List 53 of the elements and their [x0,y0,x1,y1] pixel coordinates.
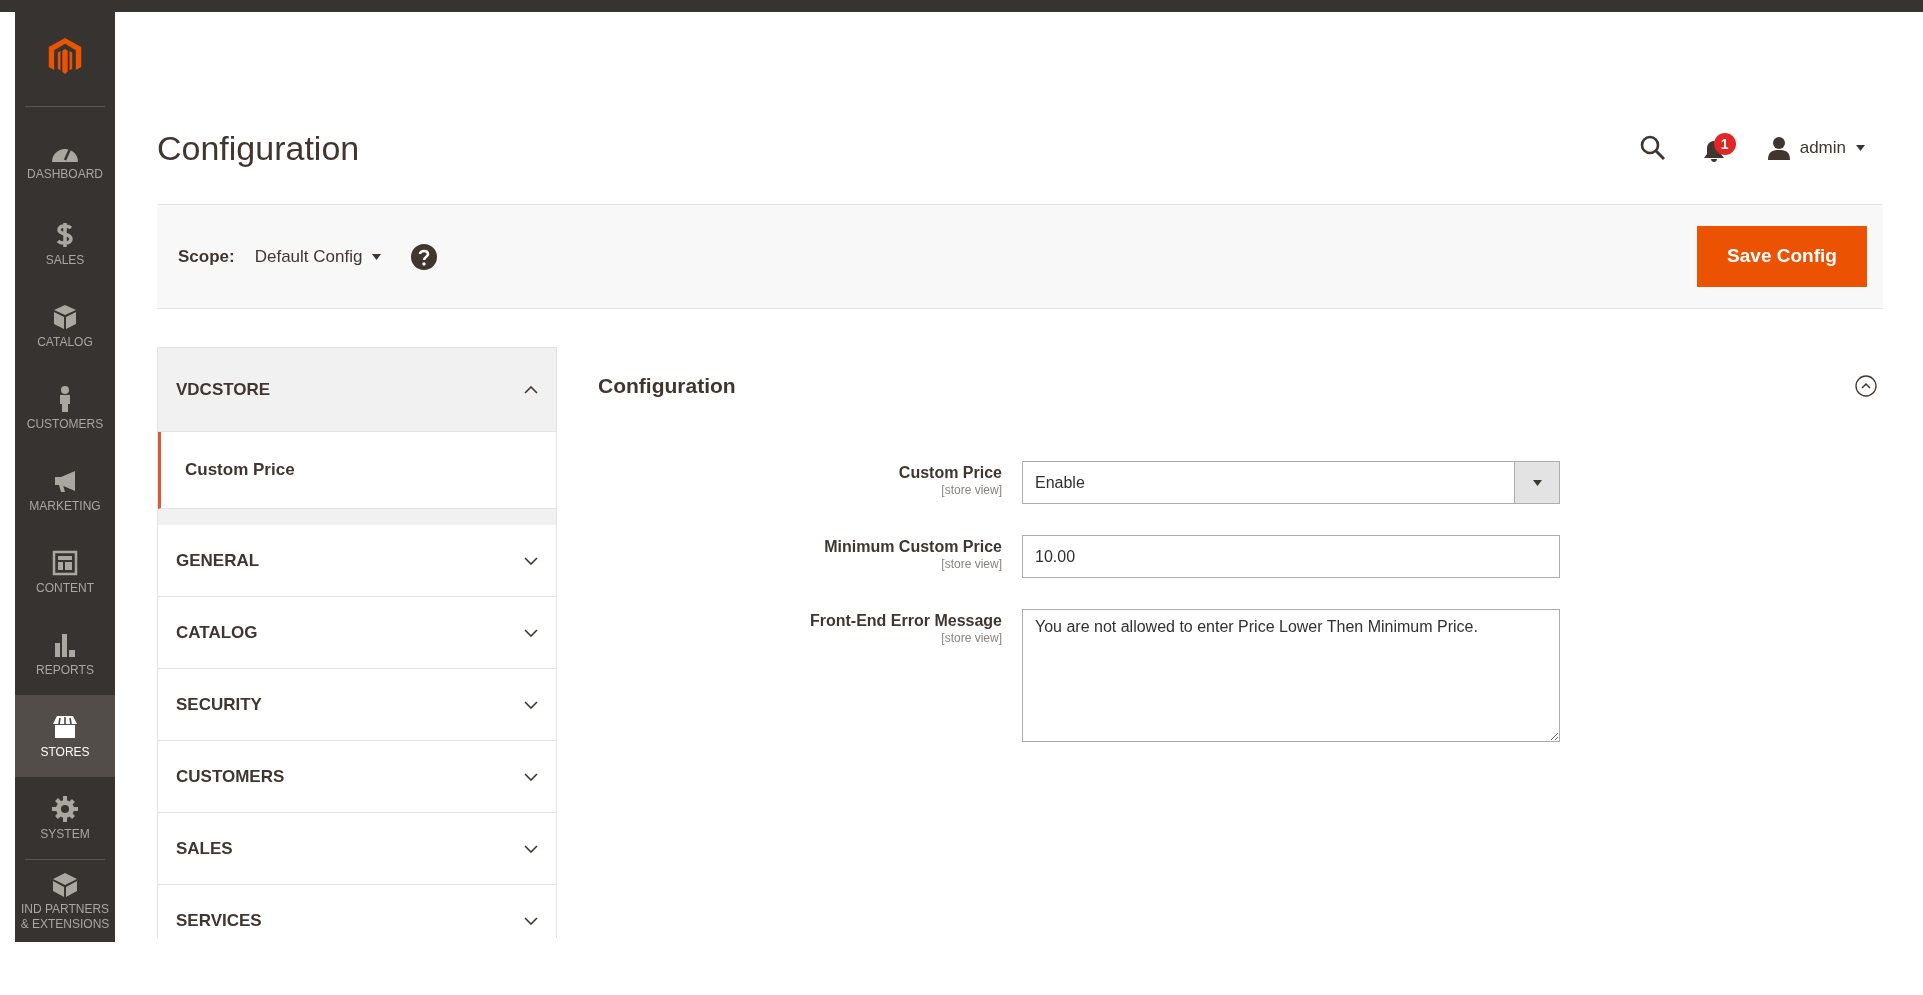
menu-item[interactable]: CONTENT [15,531,115,613]
menu-item[interactable]: CATALOG [15,285,115,367]
user-icon [1767,136,1790,160]
page-title: Configuration [157,127,361,169]
tab-group-header[interactable]: GENERAL [157,525,557,597]
select-field[interactable]: Enable [1022,461,1560,504]
help-icon[interactable] [411,243,438,270]
caret-icon [1856,145,1865,151]
chevron-down-icon [524,556,538,565]
collapse-icon[interactable] [1855,375,1877,397]
scope-label: Scope: [178,245,235,268]
chevron-up-icon [524,385,538,394]
textarea-field[interactable]: You are not allowed to enter Price Lower Then Minimum Price. [1022,609,1560,742]
scope-dropdown[interactable]: Default Config [254,243,382,270]
tab-group-header[interactable]: CATALOG [157,597,557,669]
save-config-button[interactable]: Save Config [1697,226,1867,287]
section-title: Configuration [598,373,737,400]
menu-item[interactable]: CUSTOMERS [15,367,115,449]
notification-count: 1 [1713,133,1736,155]
menu-item[interactable]: SALES [15,203,115,285]
box-icon [51,302,79,331]
layout-icon [51,548,79,577]
field-label: Minimum Custom Price [824,537,1002,557]
menu-item[interactable]: DASHBOARD [15,121,115,203]
logo-icon[interactable] [47,38,83,75]
gear-icon [51,794,79,823]
caret-icon [372,253,382,260]
tab-group-header[interactable]: SERVICES [157,885,557,938]
chevron-down-icon [524,844,538,853]
tab-item[interactable]: Custom Price [158,432,556,509]
search-icon[interactable] [1639,135,1666,161]
tab-group-header[interactable]: SALES [157,813,557,885]
menu-item[interactable]: REPORTS [15,613,115,695]
scope-note: [store view] [941,557,1002,572]
menu-item[interactable]: IND PARTNERS & EXTENSIONS [15,860,115,942]
chevron-down-icon [524,916,538,925]
scope-note: [store view] [941,631,1002,646]
input-field[interactable]: 10.00 [1022,535,1560,578]
field-label: Front-End Error Message [809,611,1002,631]
menu-item[interactable]: STORES [15,695,115,777]
user-menu[interactable]: admin [1767,135,1865,161]
menu-item[interactable]: MARKETING [15,449,115,531]
tab-group-header[interactable]: CUSTOMERS [157,741,557,813]
tab-group-header[interactable]: VDCSTORE [157,347,557,432]
tab-group-header[interactable]: SECURITY [157,669,557,741]
menu-item[interactable]: SYSTEM [15,777,115,859]
chevron-down-icon [524,772,538,781]
field-label: Custom Price [898,463,1002,483]
notifications-button[interactable]: 1 [1701,133,1736,163]
caret-icon [1532,479,1542,486]
chevron-down-icon [524,700,538,709]
scope-note: [store view] [941,483,1002,498]
chevron-down-icon [524,628,538,637]
